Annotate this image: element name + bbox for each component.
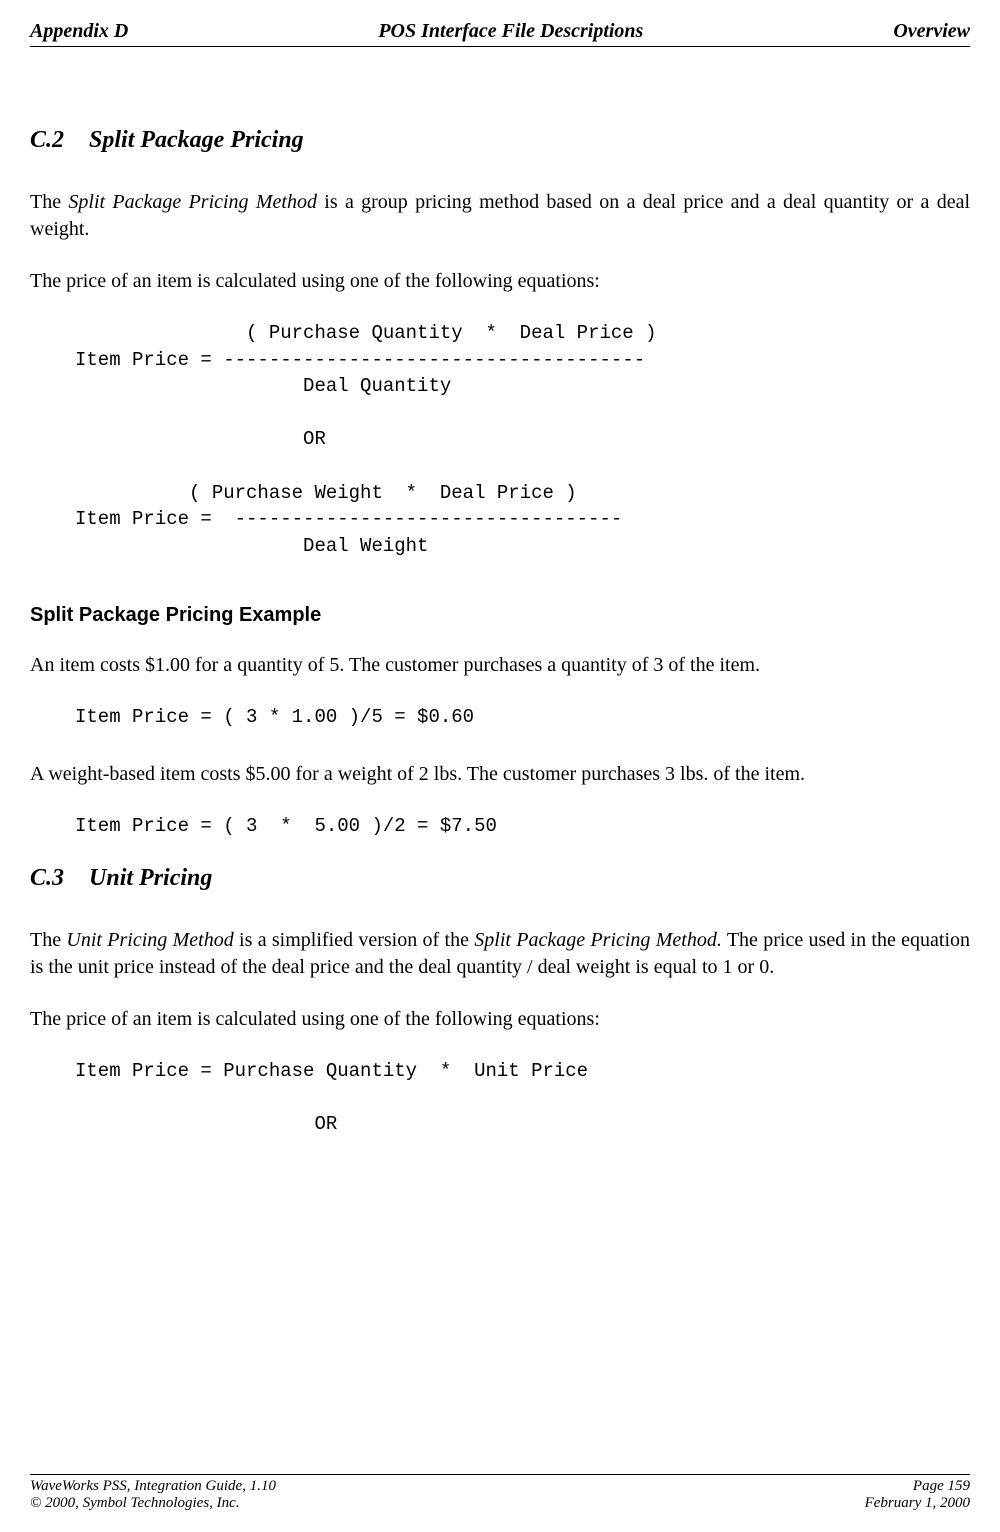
c3-para1: The Unit Pricing Method is a simplified … [30,927,970,981]
footer-left-line2: © 2000, Symbol Technologies, Inc. [30,1495,276,1512]
section-c3-heading: C.3 Unit Pricing [30,865,970,892]
c3-para2: The price of an item is calculated using… [30,1006,970,1033]
footer-right: Page 159 February 1, 2000 [865,1478,970,1512]
example-equation2: Item Price = ( 3 * 5.00 )/2 = $7.50 [75,813,970,840]
c3-equation: Item Price = Purchase Quantity * Unit Pr… [75,1058,970,1138]
footer-left-line1: WaveWorks PSS, Integration Guide, 1.10 [30,1478,276,1495]
footer-left: WaveWorks PSS, Integration Guide, 1.10 ©… [30,1478,276,1512]
c2-para2: The price of an item is calculated using… [30,268,970,295]
example-para1: An item costs $1.00 for a quantity of 5.… [30,652,970,679]
example-heading: Split Package Pricing Example [30,604,970,627]
section-c3-number: C.3 [30,865,64,891]
header-center: POS Interface File Descriptions [378,20,643,43]
section-c2-number: C.2 [30,127,64,153]
section-c2-heading: C.2 Split Package Pricing [30,127,970,154]
c2-para1: The Split Package Pricing Method is a gr… [30,189,970,243]
section-c3-title: Unit Pricing [89,865,212,891]
c2-equation: ( Purchase Quantity * Deal Price ) Item … [75,320,970,559]
page-header: Appendix D POS Interface File Descriptio… [30,20,970,47]
section-c2-title: Split Package Pricing [89,127,304,153]
example-para2: A weight-based item costs $5.00 for a we… [30,761,970,788]
page-footer: WaveWorks PSS, Integration Guide, 1.10 ©… [30,1474,970,1512]
example-equation1: Item Price = ( 3 * 1.00 )/5 = $0.60 [75,704,970,731]
footer-right-line2: February 1, 2000 [865,1495,970,1512]
header-left: Appendix D [30,20,128,43]
header-right: Overview [893,20,970,43]
footer-right-line1: Page 159 [865,1478,970,1495]
